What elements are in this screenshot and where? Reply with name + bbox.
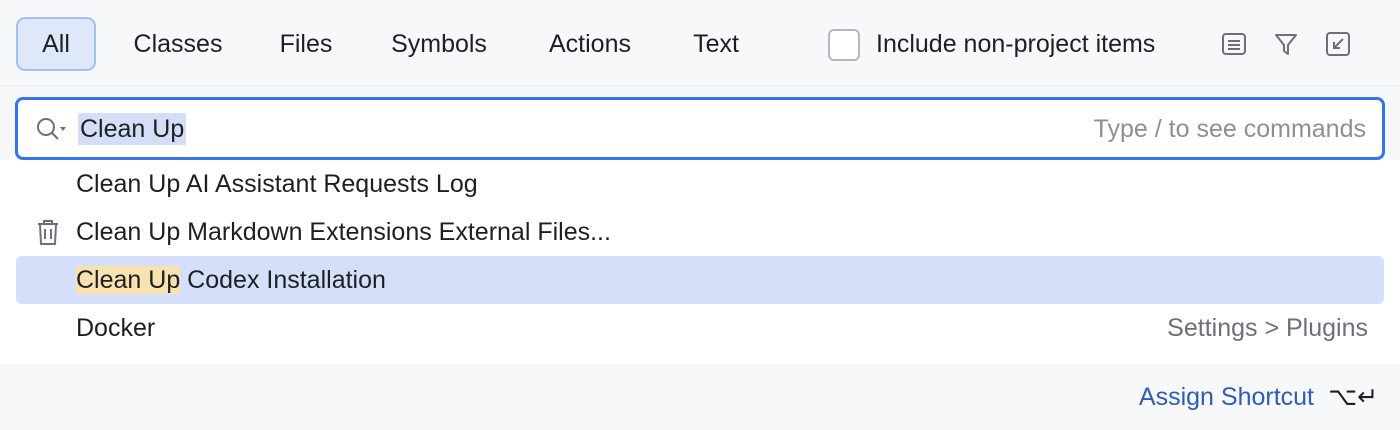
footer-bar: Assign Shortcut ⌥↵	[0, 364, 1400, 430]
tab-all[interactable]: All	[16, 17, 96, 71]
scope-tabs-bar: All Classes Files Symbols Actions Text I…	[0, 0, 1400, 86]
tab-text[interactable]: Text	[672, 17, 760, 71]
result-label: Clean Up AI Assistant Requests Log	[76, 170, 478, 198]
search-hint: Type / to see commands	[1093, 115, 1366, 143]
result-item[interactable]: Clean Up Markdown Extensions External Fi…	[16, 208, 1384, 256]
tab-files[interactable]: Files	[262, 17, 350, 71]
collapse-to-tool-window-icon[interactable]	[1324, 30, 1352, 58]
result-location-hint: Settings > Plugins	[1167, 314, 1368, 342]
include-non-project-label[interactable]: Include non-project items	[876, 17, 1155, 71]
results-list: Clean Up AI Assistant Requests Log Clean…	[0, 160, 1400, 364]
include-non-project-checkbox[interactable]	[828, 29, 860, 61]
result-label: Clean Up Codex Installation	[76, 256, 386, 304]
result-item[interactable]: Docker Settings > Plugins	[16, 304, 1384, 352]
search-with-options-icon[interactable]	[34, 115, 70, 143]
filter-icon[interactable]	[1272, 30, 1300, 58]
tab-classes[interactable]: Classes	[112, 17, 244, 71]
search-everywhere-popup: All Classes Files Symbols Actions Text I…	[0, 0, 1400, 430]
result-label: Docker	[76, 314, 156, 342]
result-item[interactable]: Clean Up AI Assistant Requests Log	[16, 160, 1384, 208]
result-item-selected[interactable]: Clean Up Codex Installation	[16, 256, 1384, 304]
result-label-rest: Codex Installation	[180, 266, 386, 294]
tab-symbols[interactable]: Symbols	[370, 17, 508, 71]
tab-actions[interactable]: Actions	[528, 17, 652, 71]
search-field[interactable]: Clean Up Type / to see commands	[15, 97, 1385, 160]
assign-shortcut-link[interactable]: Assign Shortcut	[1139, 378, 1314, 416]
match-highlight: Clean Up	[76, 266, 181, 294]
assign-shortcut-keys: ⌥↵	[1328, 383, 1378, 411]
search-input[interactable]: Clean Up	[78, 113, 187, 145]
trash-icon	[34, 217, 62, 247]
result-label: Clean Up Markdown Extensions External Fi…	[76, 218, 611, 246]
preview-icon[interactable]	[1220, 30, 1248, 58]
